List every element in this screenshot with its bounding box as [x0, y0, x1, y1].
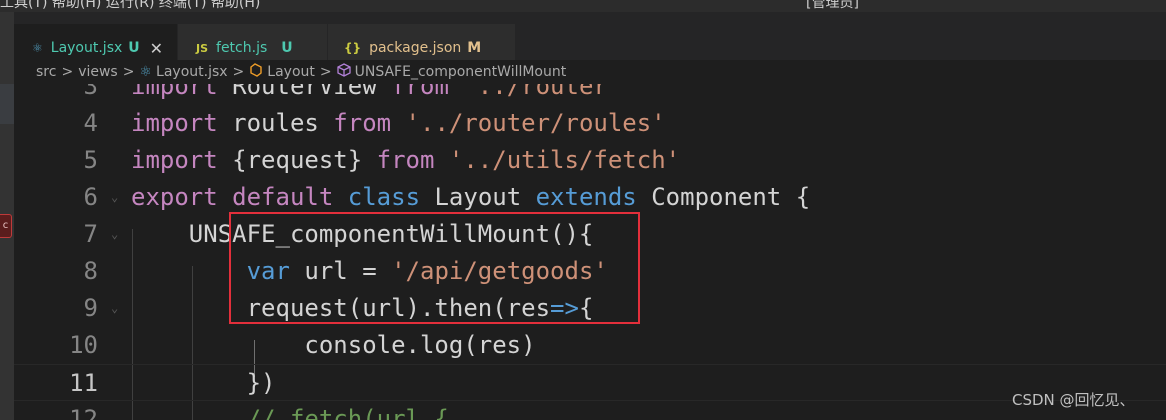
- react-icon: ⚛: [32, 41, 43, 55]
- fold-chevron-icon[interactable]: ⌄: [111, 179, 118, 216]
- admin-title-text: [管理员]: [806, 0, 859, 11]
- react-icon: ⚛: [139, 64, 153, 80]
- breadcrumb-separator: >: [122, 64, 135, 80]
- json-braces-icon: {}: [344, 41, 362, 55]
- tab-label: package.json: [369, 40, 462, 56]
- tab-label: fetch.js: [216, 40, 268, 56]
- window-menu-strip: 工具(T) 帮助(H) 运行(R) 终端(T) 帮助(H) [管理员]: [0, 0, 1166, 12]
- code-line[interactable]: 12 // fetch(url,{: [14, 401, 1166, 420]
- code-text: // fetch(url,{: [131, 401, 449, 420]
- code-token: '../router': [463, 84, 623, 100]
- breadcrumb-method[interactable]: UNSAFE_componentWillMount: [336, 63, 567, 81]
- line-number: 5: [83, 146, 98, 174]
- breadcrumb: src > views > ⚛ Layout.jsx > Layout > UN…: [14, 60, 1166, 84]
- highlight-box: [229, 212, 640, 324]
- method-symbol-icon: [336, 63, 351, 81]
- code-token: '../router/roules': [405, 109, 666, 137]
- breadcrumb-file[interactable]: ⚛ Layout.jsx: [139, 64, 227, 80]
- tab-status-badge: M: [467, 40, 482, 56]
- breadcrumb-class-label: Layout: [267, 64, 315, 80]
- code-token: extends: [535, 183, 637, 211]
- code-token: Layout: [420, 183, 536, 211]
- line-number: 8: [83, 257, 98, 285]
- line-number: 9: [83, 294, 98, 322]
- line-number: 11: [69, 369, 98, 397]
- code-token: RouterView: [217, 84, 392, 100]
- breadcrumb-class[interactable]: Layout: [249, 63, 315, 81]
- code-text: }): [131, 365, 276, 402]
- code-line[interactable]: 6 ⌄ export default class Layout extends Co…: [14, 179, 1166, 216]
- breadcrumb-method-label: UNSAFE_componentWillMount: [354, 64, 567, 80]
- code-text: export default class Layout extends Comp…: [131, 179, 810, 216]
- breadcrumb-folder-src[interactable]: src: [36, 64, 56, 80]
- code-token: // fetch(url,{: [246, 405, 449, 420]
- code-token: import: [131, 146, 218, 174]
- breadcrumb-separator: >: [232, 64, 245, 80]
- line-number: 6: [83, 183, 98, 211]
- activity-bar: c: [0, 12, 14, 420]
- code-line[interactable]: 10 console.log(res): [14, 327, 1166, 364]
- breadcrumb-folder-views[interactable]: views: [78, 64, 118, 80]
- line-number: 10: [69, 331, 98, 359]
- code-text: import {request} from '../utils/fetch': [131, 142, 680, 179]
- code-token: '../utils/fetch': [448, 146, 681, 174]
- breadcrumb-file-label: Layout.jsx: [156, 64, 228, 80]
- code-text: import RouterView from '../router': [131, 84, 622, 105]
- code-line[interactable]: 5 import {request} from '../utils/fetch': [14, 142, 1166, 179]
- fold-chevron-icon[interactable]: ⌄: [111, 216, 118, 253]
- menu-bar-text[interactable]: 工具(T) 帮助(H) 运行(R) 终端(T) 帮助(H): [0, 0, 260, 12]
- code-token: class: [347, 183, 421, 211]
- code-token: }): [131, 369, 276, 397]
- watermark: CSDN @回忆见、: [1012, 391, 1135, 409]
- fold-chevron-icon[interactable]: ⌄: [111, 290, 118, 327]
- code-token: roules: [217, 109, 334, 137]
- js-file-icon: JS: [196, 41, 209, 55]
- sidebar-badge[interactable]: c: [0, 214, 12, 238]
- code-line[interactable]: 11 }): [14, 364, 1166, 401]
- tab-label: Layout.jsx: [50, 40, 123, 56]
- breadcrumb-separator: >: [319, 64, 332, 80]
- code-line[interactable]: 4 import roules from '../router/roules': [14, 105, 1166, 142]
- code-token: from: [391, 84, 449, 100]
- code-token: export: [131, 183, 218, 211]
- tab-status-badge: U: [128, 40, 140, 56]
- code-token: from: [333, 109, 392, 137]
- class-symbol-icon: [249, 63, 263, 81]
- tab-status-badge: U: [281, 40, 293, 56]
- code-token: {request}: [217, 146, 377, 174]
- code-token: Component {: [636, 183, 811, 211]
- code-token: from: [376, 146, 435, 174]
- code-token: import: [131, 109, 218, 137]
- editor-tab-bar: ⚛ Layout.jsx U ✕ JS fetch.js U {} packag…: [14, 12, 1166, 72]
- code-token: default: [232, 183, 334, 211]
- line-number: 7: [83, 220, 98, 248]
- line-number: 12: [69, 405, 98, 420]
- close-icon[interactable]: ✕: [150, 39, 163, 58]
- code-text: console.log(res): [131, 327, 536, 364]
- breadcrumb-separator: >: [61, 64, 74, 80]
- code-token: import: [131, 84, 218, 100]
- line-number: 4: [83, 109, 98, 137]
- line-number: 3: [83, 84, 98, 100]
- code-token: console.log(res): [131, 331, 536, 359]
- code-line[interactable]: 3 import RouterView from '../router': [14, 84, 1166, 105]
- code-text: import roules from '../router/roules': [131, 105, 666, 142]
- activity-bar-selected-item[interactable]: [0, 84, 14, 124]
